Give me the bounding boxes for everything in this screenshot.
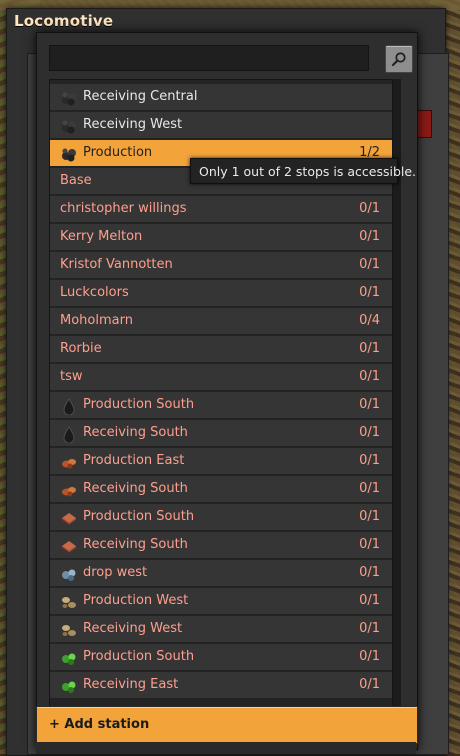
station-row[interactable]: Rorbie 0/1 (50, 336, 392, 363)
accessibility-tooltip: Only 1 out of 2 stops is accessible. (190, 158, 416, 184)
coal-icon (60, 89, 78, 107)
station-name: Production South (83, 509, 195, 524)
copper-ore-icon (60, 481, 78, 499)
station-row[interactable]: Kerry Melton 0/1 (50, 224, 392, 251)
station-name: Moholmarn (60, 313, 133, 328)
station-name: Rorbie (60, 341, 102, 356)
station-row[interactable]: Receiving East 0/1 (50, 672, 392, 699)
station-stop-count: 0/1 (359, 509, 380, 524)
station-stop-count: 0/1 (359, 369, 380, 384)
station-name: Production South (83, 649, 195, 664)
station-row[interactable]: Luckcolors 0/1 (50, 280, 392, 307)
copper-plate-icon (60, 509, 78, 527)
station-stop-count: 0/4 (359, 313, 380, 328)
station-row[interactable]: Receiving South 0/1 (50, 532, 392, 559)
station-stop-count: 0/1 (359, 481, 380, 496)
station-stop-count: 0/1 (359, 621, 380, 636)
station-row[interactable]: drop west 0/1 (50, 560, 392, 587)
station-stop-count: 0/1 (359, 453, 380, 468)
station-select-dropdown: Receiving Central Receiving West Productio… (36, 32, 418, 750)
station-stop-count: 0/1 (359, 649, 380, 664)
station-row[interactable]: christopher willings 0/1 (50, 196, 392, 223)
stone-icon (60, 593, 78, 611)
coal-icon (60, 117, 78, 135)
station-stop-count: 0/1 (359, 425, 380, 440)
station-stop-count: 0/1 (359, 537, 380, 552)
add-station-label: + Add station (49, 717, 150, 732)
station-row[interactable]: Receiving South 0/1 (50, 420, 392, 447)
uranium-ore-icon (60, 649, 78, 667)
station-row[interactable]: Production South 0/1 (50, 644, 392, 671)
station-stop-count: 0/1 (359, 341, 380, 356)
window-title: Locomotive (14, 12, 114, 30)
station-name: Kristof Vannotten (60, 257, 173, 272)
station-name: Receiving South (83, 481, 188, 496)
station-stop-count: 0/1 (359, 565, 380, 580)
station-row[interactable]: Production South 0/1 (50, 504, 392, 531)
iron-ore-icon (60, 565, 78, 583)
station-name: Receiving South (83, 425, 188, 440)
station-row[interactable]: Production South 0/1 (50, 392, 392, 419)
station-row[interactable]: Receiving Central (50, 84, 392, 111)
station-stop-count: 0/1 (359, 285, 380, 300)
station-stop-count: 0/1 (359, 397, 380, 412)
station-stop-count: 0/1 (359, 229, 380, 244)
uranium-ore-icon (60, 677, 78, 695)
station-row[interactable]: Moholmarn 0/4 (50, 308, 392, 335)
search-button[interactable] (385, 45, 413, 73)
station-name: Production South (83, 397, 195, 412)
coal-icon (60, 145, 78, 163)
station-name: drop west (83, 565, 148, 580)
search-icon (391, 52, 406, 67)
search-row (49, 43, 413, 75)
station-stop-count: 0/1 (359, 201, 380, 216)
station-name: Receiving South (83, 537, 188, 552)
station-name: Production East (83, 453, 185, 468)
station-row[interactable]: Production East 0/1 (50, 448, 392, 475)
station-name: Production (83, 145, 153, 160)
station-row[interactable]: Kristof Vannotten 0/1 (50, 252, 392, 279)
stone-icon (60, 621, 78, 639)
station-name: Production West (83, 593, 189, 608)
station-row[interactable]: Receiving South 0/1 (50, 476, 392, 503)
close-indicator[interactable] (416, 110, 432, 138)
search-input[interactable] (49, 45, 369, 71)
station-row[interactable]: Production West 0/1 (50, 588, 392, 615)
crude-oil-icon (60, 397, 78, 416)
copper-plate-icon (60, 537, 78, 555)
station-name: Base (60, 173, 92, 188)
add-station-button[interactable]: + Add station (36, 706, 418, 744)
station-row[interactable]: Receiving West (50, 112, 392, 139)
station-name: Kerry Melton (60, 229, 143, 244)
station-name: Receiving West (83, 117, 183, 132)
station-name: Receiving East (83, 677, 179, 692)
station-row[interactable]: Receiving West 0/1 (50, 616, 392, 643)
station-stop-count: 0/1 (359, 593, 380, 608)
station-name: Receiving Central (83, 89, 198, 104)
window-footer (36, 742, 416, 754)
station-name: Receiving West (83, 621, 183, 636)
station-name: Luckcolors (60, 285, 129, 300)
station-stop-count: 0/1 (359, 677, 380, 692)
crude-oil-icon (60, 425, 78, 444)
copper-ore-icon (60, 453, 78, 471)
station-row[interactable]: tsw 0/1 (50, 364, 392, 391)
station-name: tsw (60, 369, 83, 384)
station-stop-count: 0/1 (359, 257, 380, 272)
station-name: christopher willings (60, 201, 187, 216)
